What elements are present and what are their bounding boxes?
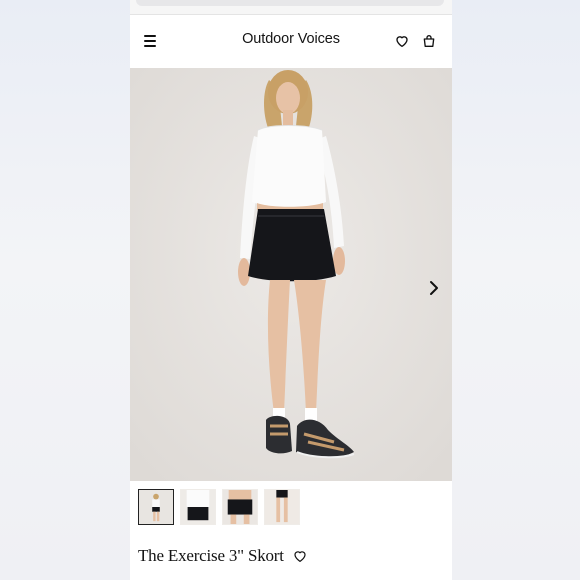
product-photo xyxy=(130,68,452,481)
thumbnail-strip xyxy=(138,489,300,525)
thumbnail-4[interactable] xyxy=(264,489,300,525)
product-title: The Exercise 3" Skort xyxy=(138,546,284,565)
shopping-bag-icon[interactable] xyxy=(421,33,437,49)
thumbnail-1[interactable] xyxy=(138,489,174,525)
address-bar[interactable] xyxy=(136,0,444,6)
mobile-viewport: Outdoor Voices The Exercise 3" Skort xyxy=(130,0,452,580)
site-header: Outdoor Voices xyxy=(130,15,452,67)
product-image-gallery[interactable] xyxy=(130,68,452,481)
heart-icon[interactable] xyxy=(394,33,410,49)
product-title-row: The Exercise 3" Skort xyxy=(138,546,308,566)
thumbnail-3[interactable] xyxy=(222,489,258,525)
chevron-right-icon[interactable] xyxy=(426,279,442,297)
heart-icon[interactable] xyxy=(292,548,308,564)
thumbnail-2[interactable] xyxy=(180,489,216,525)
browser-top-strip xyxy=(130,0,452,15)
